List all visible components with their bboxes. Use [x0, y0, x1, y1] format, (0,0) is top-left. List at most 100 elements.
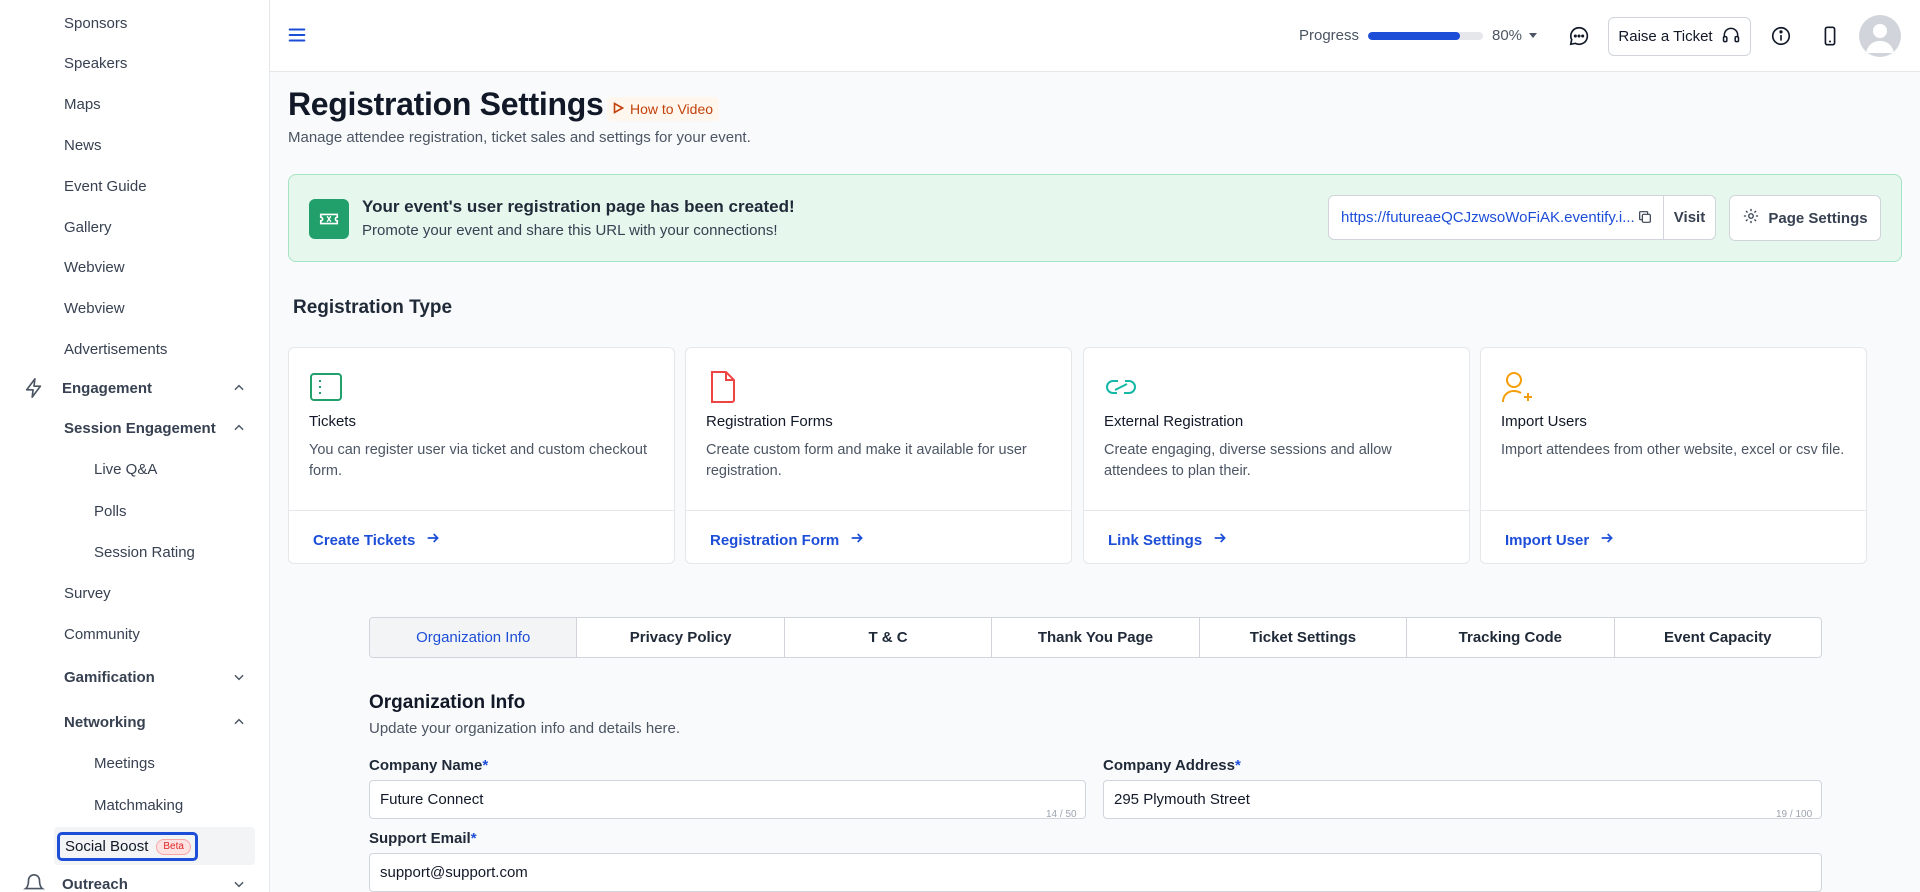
sidebar-sub-gamification[interactable]: Gamification: [64, 667, 248, 687]
file-icon: [706, 370, 740, 404]
user-plus-icon: [1501, 370, 1535, 404]
chevron-up-icon: [230, 379, 248, 397]
sidebar-sub-session-engagement[interactable]: Session Engagement: [64, 418, 248, 438]
label-text: Company Name: [369, 757, 483, 774]
sidebar-item-survey[interactable]: Survey: [64, 585, 111, 602]
menu-icon[interactable]: [286, 24, 308, 46]
support-email-label: Support Email*: [369, 830, 477, 847]
arrow-right-icon: [1599, 530, 1615, 550]
sidebar-group-outreach[interactable]: Outreach: [22, 872, 248, 892]
raise-ticket-label: Raise a Ticket: [1618, 28, 1713, 45]
sidebar-item-polls[interactable]: Polls: [94, 503, 127, 520]
sidebar-sub-label: Gamification: [64, 668, 155, 686]
link-label: Create Tickets: [313, 531, 416, 549]
beta-badge: Beta: [156, 838, 191, 855]
gear-icon: [1742, 207, 1760, 229]
link-label: Registration Form: [710, 531, 840, 549]
play-icon: [613, 101, 625, 117]
sidebar-item-label: Social Boost: [65, 838, 149, 855]
label-text: Support Email: [369, 830, 471, 847]
card-divider: [1481, 510, 1866, 511]
card-description: Create engaging, diverse sessions and al…: [1104, 442, 1392, 479]
card-registration-forms: Registration Forms Create custom form an…: [685, 347, 1072, 564]
required-mark: *: [1234, 757, 1241, 774]
tab-event-capacity[interactable]: Event Capacity: [1615, 618, 1821, 657]
tab-organization-info[interactable]: Organization Info: [370, 618, 578, 657]
sidebar-item-live-qa[interactable]: Live Q&A: [94, 461, 157, 478]
progress-percent: 80%: [1492, 27, 1523, 44]
banner-subtitle: Promote your event and share this URL wi…: [362, 222, 778, 239]
tab-thank-you-page[interactable]: Thank You Page: [992, 618, 1200, 657]
card-external-registration: External Registration Create engaging, d…: [1083, 347, 1470, 564]
char-counter: 19 / 100: [1776, 809, 1813, 820]
info-icon[interactable]: [1769, 24, 1793, 48]
mobile-icon[interactable]: [1818, 24, 1842, 48]
sidebar-item-social-boost[interactable]: Social Boost Beta: [57, 832, 198, 861]
char-counter: 14 / 50: [1046, 809, 1077, 820]
arrow-right-icon: [849, 530, 865, 550]
sidebar-item-speakers[interactable]: Speakers: [64, 55, 127, 72]
registration-url-field[interactable]: https://futureaeQCJzwsoWoFiAK.eventify.i…: [1328, 195, 1664, 240]
ticket-icon: [309, 199, 349, 239]
sidebar-item-webview[interactable]: Webview: [64, 259, 125, 276]
company-name-input[interactable]: [369, 780, 1086, 819]
page-settings-label: Page Settings: [1768, 209, 1868, 227]
registration-type-heading: Registration Type: [293, 297, 453, 318]
sidebar-item-sponsors[interactable]: Sponsors: [64, 15, 127, 32]
chevron-down-icon: [230, 875, 248, 892]
tab-privacy-policy[interactable]: Privacy Policy: [577, 618, 785, 657]
company-address-label: Company Address*: [1103, 757, 1241, 774]
sidebar-sub-networking[interactable]: Networking: [64, 712, 248, 732]
sidebar-item-meetings[interactable]: Meetings: [94, 755, 155, 772]
progress-dropdown[interactable]: 80%: [1492, 27, 1538, 44]
sidebar-item-matchmaking[interactable]: Matchmaking: [94, 797, 183, 814]
card-divider: [289, 510, 674, 511]
top-bar: Progress 80% Raise a Ticket: [270, 0, 1920, 72]
sidebar-item-session-rating[interactable]: Session Rating: [94, 544, 195, 561]
label-text: Company Address: [1103, 757, 1235, 774]
sidebar-item-advertisements[interactable]: Advertisements: [64, 341, 167, 358]
avatar[interactable]: [1859, 15, 1901, 57]
sidebar-item-maps[interactable]: Maps: [64, 96, 101, 113]
visit-button[interactable]: Visit: [1664, 195, 1716, 240]
page-settings-button[interactable]: Page Settings: [1729, 195, 1881, 241]
banner-title: Your event's user registration page has …: [362, 197, 795, 216]
tab-ticket-settings[interactable]: Ticket Settings: [1200, 618, 1408, 657]
bell-icon: [22, 872, 46, 892]
link-icon: [1104, 370, 1138, 404]
link-label: Import User: [1505, 531, 1590, 549]
card-divider: [686, 510, 1071, 511]
sidebar-item-event-guide[interactable]: Event Guide: [64, 178, 147, 195]
support-email-input[interactable]: [369, 853, 1822, 892]
card-description: Import attendees from other website, exc…: [1501, 442, 1845, 458]
form-title: Organization Info: [369, 692, 526, 713]
lightning-icon: [22, 376, 46, 400]
tab-tracking-code[interactable]: Tracking Code: [1407, 618, 1615, 657]
create-tickets-link[interactable]: Create Tickets: [313, 530, 441, 550]
card-title: External Registration: [1104, 413, 1244, 430]
tab-terms-conditions[interactable]: T & C: [785, 618, 993, 657]
card-description: Create custom form and make it available…: [706, 442, 1027, 479]
how-to-video-button[interactable]: How to Video: [607, 97, 720, 121]
copy-icon[interactable]: [1637, 209, 1653, 229]
sidebar-item-gallery[interactable]: Gallery: [64, 219, 112, 236]
settings-tabs: Organization Info Privacy Policy T & C T…: [369, 617, 1822, 658]
sidebar-item-news[interactable]: News: [64, 137, 102, 154]
raise-ticket-button[interactable]: Raise a Ticket: [1608, 17, 1751, 56]
page-subtitle: Manage attendee registration, ticket sal…: [288, 129, 751, 146]
chevron-down-icon: [230, 668, 248, 686]
caret-down-icon: [1528, 27, 1538, 44]
registration-form-link[interactable]: Registration Form: [710, 530, 865, 550]
registration-url: https://futureaeQCJzwsoWoFiAK.eventify.i…: [1341, 209, 1635, 226]
link-settings-link[interactable]: Link Settings: [1108, 530, 1228, 550]
chat-icon[interactable]: [1567, 24, 1591, 48]
card-import-users: Import Users Import attendees from other…: [1480, 347, 1867, 564]
company-address-input[interactable]: [1103, 780, 1822, 819]
progress-label: Progress: [1299, 27, 1360, 44]
card-description: You can register user via ticket and cus…: [309, 442, 647, 479]
sidebar-item-webview-2[interactable]: Webview: [64, 300, 125, 317]
sidebar-item-community[interactable]: Community: [64, 626, 140, 643]
sidebar-group-engagement[interactable]: Engagement: [22, 376, 248, 400]
import-user-link[interactable]: Import User: [1505, 530, 1615, 550]
arrow-right-icon: [425, 530, 441, 550]
